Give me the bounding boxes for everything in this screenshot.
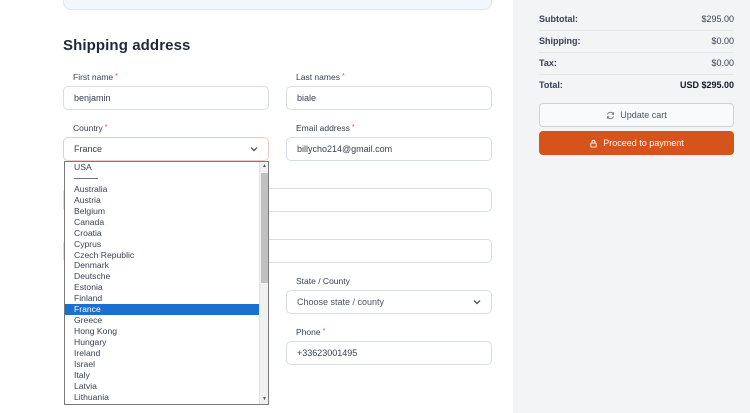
country-option[interactable]: Italy (65, 370, 259, 381)
country-option[interactable]: Croatia (65, 228, 259, 239)
dropdown-scrollbar[interactable]: ▲ ▼ (259, 162, 268, 404)
country-option[interactable]: Finland (65, 293, 259, 304)
order-summary-panel: Subtotal: $295.00 Shipping: $0.00 Tax: $0.0… (513, 0, 750, 413)
last-name-input[interactable]: biale (286, 86, 492, 110)
country-option[interactable]: Austria (65, 195, 259, 206)
country-option[interactable]: Canada (65, 217, 259, 228)
country-option[interactable]: Estonia (65, 282, 259, 293)
country-option[interactable]: Greece (65, 315, 259, 326)
email-label: Email address * (296, 123, 355, 133)
country-option[interactable]: Israel (65, 359, 259, 370)
chevron-down-icon (473, 298, 481, 306)
state-label: State / County (296, 276, 350, 286)
country-option[interactable]: USA (65, 162, 259, 173)
update-cart-button[interactable]: Update cart (539, 103, 734, 127)
shipping-row: Shipping: $0.00 (539, 36, 734, 46)
first-name-input[interactable]: benjamin (63, 86, 269, 110)
country-option[interactable]: Belgium (65, 206, 259, 217)
last-name-label: Last names * (296, 72, 345, 82)
country-option[interactable]: Hungary (65, 337, 259, 348)
state-select[interactable]: Choose state / county (286, 290, 492, 314)
email-input[interactable]: billycho214@gmail.com (286, 137, 492, 161)
country-dropdown-list[interactable]: USA Australia Austria Belgium Canada Croatia C… (64, 161, 269, 405)
country-option-separator (65, 173, 259, 184)
chevron-down-icon (250, 145, 258, 153)
country-option[interactable]: Hong Kong (65, 326, 259, 337)
divider (539, 74, 734, 75)
phone-label: Phone * (296, 327, 326, 337)
country-option[interactable]: France (65, 304, 259, 316)
scroll-thumb[interactable] (261, 173, 268, 283)
first-name-label: First name * (73, 72, 118, 82)
divider (539, 52, 734, 53)
proceed-to-payment-button[interactable]: Proceed to payment (539, 131, 734, 155)
total-row: Total: USD $295.00 (539, 80, 734, 90)
tax-row: Tax: $0.00 (539, 58, 734, 68)
country-option[interactable]: Lithuania (65, 392, 259, 403)
country-option[interactable]: Latvia (65, 381, 259, 392)
section-title: Shipping address (63, 37, 191, 54)
divider (539, 30, 734, 31)
country-option[interactable]: Ireland (65, 348, 259, 359)
subtotal-row: Subtotal: $295.00 (539, 14, 734, 24)
info-notice (63, 0, 492, 10)
country-option[interactable]: Cyprus (65, 239, 259, 250)
country-option[interactable]: Australia (65, 184, 259, 195)
country-label: Country * (73, 123, 108, 133)
phone-input[interactable]: +33623001495 (286, 341, 492, 365)
country-option[interactable]: Deutsche (65, 271, 259, 282)
country-select[interactable]: France (63, 137, 269, 161)
country-option[interactable]: Denmark (65, 260, 259, 271)
scroll-up-icon[interactable]: ▲ (260, 162, 268, 171)
country-options: USA Australia Austria Belgium Canada Croatia C… (65, 162, 259, 403)
scroll-down-icon[interactable]: ▼ (260, 395, 268, 404)
lock-icon (589, 139, 598, 148)
country-option[interactable]: Czech Republic (65, 250, 259, 261)
refresh-icon (606, 111, 615, 120)
